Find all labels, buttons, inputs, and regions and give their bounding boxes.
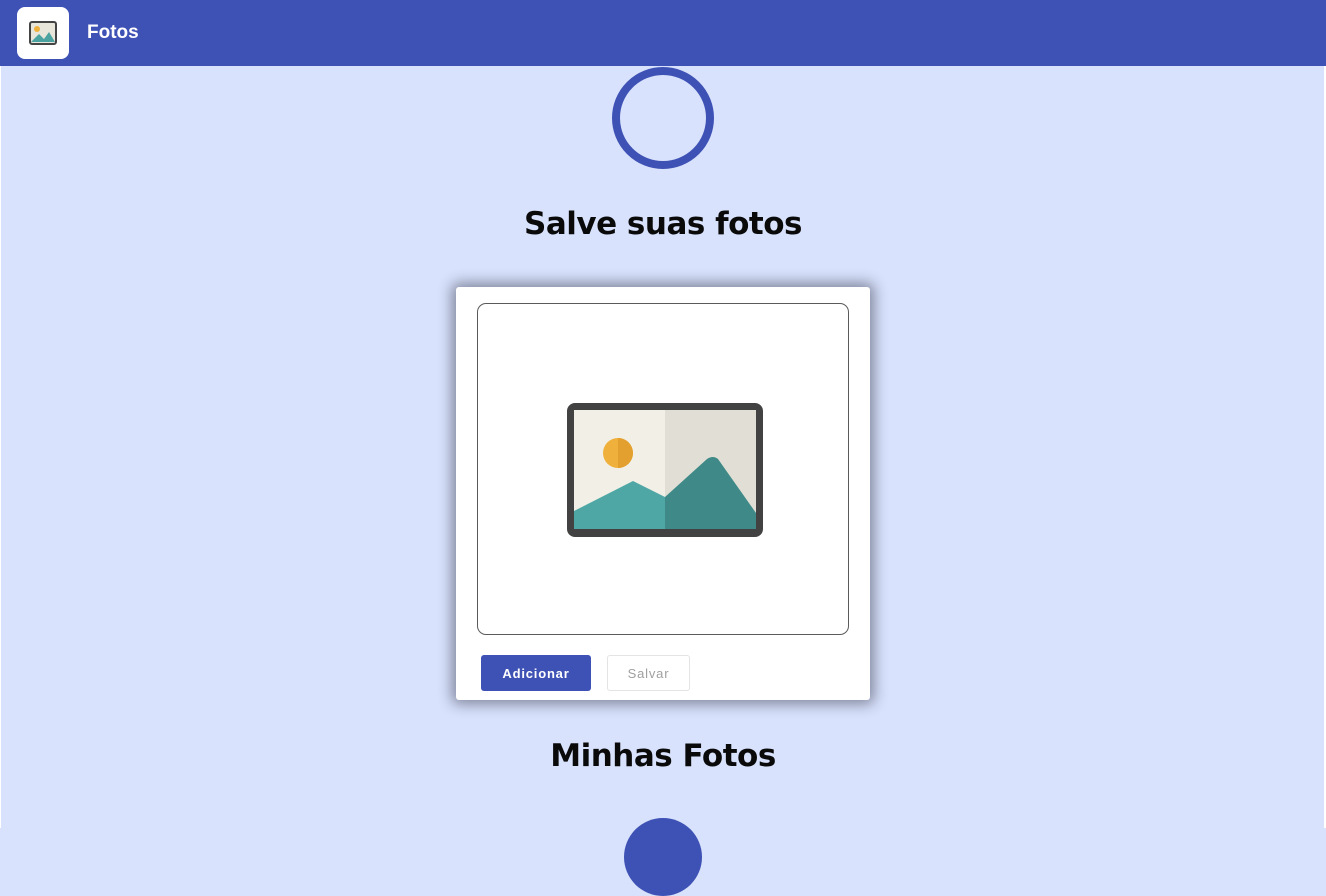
loading-spinner [624, 818, 702, 896]
upload-card: Adicionar Salvar [456, 287, 870, 700]
loading-spinner [612, 67, 714, 169]
image-placeholder-icon [567, 403, 763, 537]
page-edge-left [0, 66, 1, 828]
image-preview [477, 303, 849, 635]
photo-icon [29, 21, 57, 45]
add-photo-button[interactable]: Adicionar [481, 655, 591, 691]
gallery-heading: Minhas Fotos [550, 738, 776, 774]
app-bar: Fotos [0, 0, 1326, 66]
app-title: Fotos [87, 22, 139, 43]
app-logo [17, 7, 69, 59]
upload-heading: Salve suas fotos [524, 206, 802, 242]
save-photo-button[interactable]: Salvar [607, 655, 690, 691]
